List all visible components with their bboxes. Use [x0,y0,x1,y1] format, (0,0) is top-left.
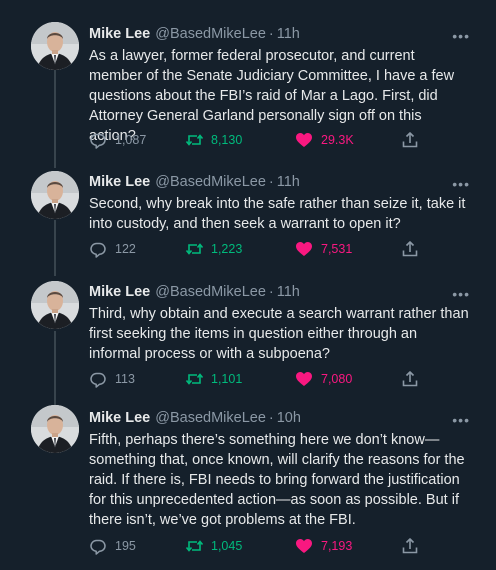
tweet-text: Second, why break into the safe rather t… [89,196,466,232]
separator-dot: · [268,284,274,300]
reply-count: 195 [115,539,136,553]
like-button[interactable]: 7,531 [295,240,352,258]
action-bar: 122 1,223 7,531 [89,240,429,260]
share-button[interactable] [401,131,427,149]
action-bar: 195 1,045 7,193 [89,537,429,557]
share-icon [402,538,418,554]
timestamp[interactable]: 11h [277,283,300,302]
reply-count: 113 [115,372,135,386]
action-bar: 1,087 8,130 29.3K [89,131,429,151]
retweet-icon [185,243,203,255]
like-button[interactable]: 7,193 [295,537,352,555]
tweet-header: Mike Lee @BasedMikeLee · 11h [89,173,469,192]
retweet-count: 8,130 [211,133,243,147]
author-name[interactable]: Mike Lee [89,283,150,302]
action-bar: 113 1,101 7,080 [89,370,429,390]
avatar[interactable] [31,171,79,219]
reply-icon [90,133,106,149]
tweet[interactable]: Mike Lee @BasedMikeLee · 11h Third, why … [0,275,496,405]
more-icon[interactable]: ••• [452,29,470,43]
separator-dot: · [268,26,274,42]
share-icon [402,241,418,257]
tweet-text: Fifth, perhaps there’s something here we… [89,432,465,528]
tweet-text: Third, why obtain and execute a search w… [89,306,469,362]
like-count: 7,080 [321,372,353,386]
share-button[interactable] [401,370,427,388]
like-count: 29.3K [321,133,354,147]
reply-count: 122 [115,242,136,256]
avatar[interactable] [31,281,79,329]
timestamp[interactable]: 11h [277,173,300,192]
retweet-count: 1,101 [211,372,243,386]
like-button[interactable]: 7,080 [295,370,352,388]
avatar[interactable] [31,405,79,453]
timestamp[interactable]: 10h [277,409,301,428]
tweet-header: Mike Lee @BasedMikeLee · 11h [89,25,469,44]
like-icon [296,372,312,386]
retweet-icon [185,134,203,146]
retweet-count: 1,045 [211,539,243,553]
retweet-icon [185,540,203,552]
avatar[interactable] [31,22,79,70]
reply-button[interactable]: 195 [89,537,136,555]
tweet[interactable]: Mike Lee @BasedMikeLee · 11h As a lawyer… [0,0,496,165]
retweet-icon [185,373,203,385]
author-handle[interactable]: @BasedMikeLee [155,409,266,428]
like-icon [296,242,312,256]
share-button[interactable] [401,240,427,258]
separator-dot: · [268,174,274,190]
author-name[interactable]: Mike Lee [89,25,150,44]
author-handle[interactable]: @BasedMikeLee [155,283,266,302]
reply-button[interactable]: 113 [89,370,135,388]
more-icon[interactable]: ••• [452,287,470,301]
tweet[interactable]: Mike Lee @BasedMikeLee · 10h Fifth, perh… [0,405,496,570]
retweet-button[interactable]: 1,045 [185,537,242,555]
author-handle[interactable]: @BasedMikeLee [155,25,266,44]
reply-icon [90,242,106,258]
share-button[interactable] [401,537,427,555]
retweet-button[interactable]: 1,223 [185,240,242,258]
author-name[interactable]: Mike Lee [89,173,150,192]
reply-button[interactable]: 122 [89,240,136,258]
retweet-count: 1,223 [211,242,243,256]
like-button[interactable]: 29.3K [295,131,354,149]
share-icon [402,371,418,387]
like-count: 7,193 [321,539,353,553]
retweet-button[interactable]: 1,101 [185,370,242,388]
like-count: 7,531 [321,242,353,256]
tweet[interactable]: Mike Lee @BasedMikeLee · 11h Second, why… [0,165,496,275]
tweet-header: Mike Lee @BasedMikeLee · 10h [89,409,469,428]
reply-button[interactable]: 1,087 [89,131,146,149]
reply-count: 1,087 [115,133,147,147]
author-handle[interactable]: @BasedMikeLee [155,173,266,192]
reply-icon [90,539,106,555]
reply-icon [90,372,106,388]
tweet-header: Mike Lee @BasedMikeLee · 11h [89,283,469,302]
more-icon[interactable]: ••• [452,177,470,191]
separator-dot: · [268,410,274,426]
retweet-button[interactable]: 8,130 [185,131,242,149]
share-icon [402,132,418,148]
timestamp[interactable]: 11h [277,25,300,44]
like-icon [296,133,312,147]
more-icon[interactable]: ••• [452,413,470,427]
author-name[interactable]: Mike Lee [89,409,150,428]
like-icon [296,539,312,553]
